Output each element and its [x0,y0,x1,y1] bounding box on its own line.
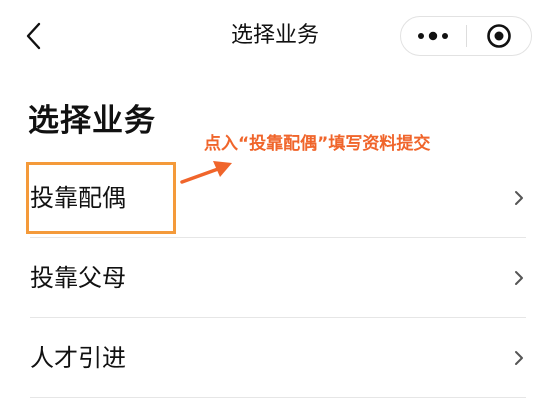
more-dots-icon [418,31,449,41]
chevron-right-icon [515,191,523,205]
chevron-right-icon [515,351,523,365]
business-list: 投靠配偶 投靠父母 人才引进 [0,158,550,398]
page-heading: 选择业务 [28,103,156,139]
target-circle-icon [486,24,511,48]
list-item-spouse[interactable]: 投靠配偶 [0,158,550,238]
close-button[interactable] [467,17,532,55]
list-item-talent[interactable]: 人才引进 [0,318,550,398]
list-item-parents[interactable]: 投靠父母 [0,238,550,318]
mini-program-capsule [400,16,532,56]
divider [30,397,526,398]
page: 选择业务 选择业务 点入“投靠配偶”填写资料提交 投靠配偶 投靠父母 人才引进 [0,0,550,412]
list-item-label: 人才引进 [30,344,126,372]
list-item-label: 投靠父母 [30,264,126,292]
annotation-text: 点入“投靠配偶”填写资料提交 [204,134,431,154]
nav-bar: 选择业务 [0,0,550,74]
chevron-right-icon [515,271,523,285]
more-button[interactable] [401,17,466,55]
annotation-highlight-box [26,162,176,234]
